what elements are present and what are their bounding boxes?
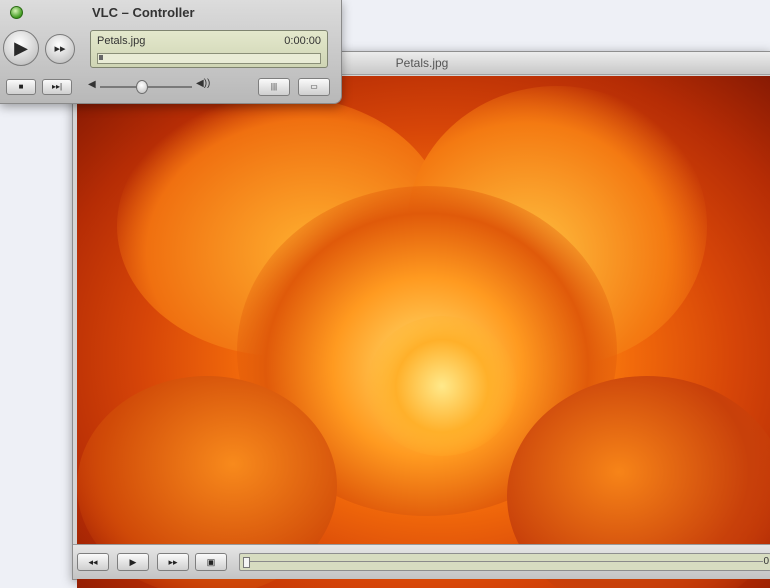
fullscreen-icon: ▭ — [310, 82, 318, 91]
seek-track — [250, 561, 763, 562]
play-button[interactable]: ▶ — [3, 30, 39, 66]
play-icon: ▶ — [14, 38, 28, 58]
play-button[interactable]: ▶ — [117, 553, 149, 571]
speaker-high-icon: ◀)) — [196, 78, 211, 89]
window-zoom-button[interactable] — [10, 6, 23, 19]
vlc-controller-window: VLC – Controller ▶ ▸▸ Petals.jpg 0:00:00… — [0, 0, 342, 104]
rewind-button[interactable]: ◂◂ — [77, 553, 109, 571]
video-surface[interactable] — [77, 76, 770, 588]
next-track-button[interactable]: ▸▸| — [42, 79, 72, 95]
fast-forward-icon: ▸▸ — [54, 43, 66, 55]
video-controls-bar: ◂◂ ▶ ▸▸ ▣ 0 — [73, 544, 770, 579]
lcd-progress-slider[interactable] — [97, 53, 321, 64]
time-readout: 0 — [763, 556, 769, 567]
controller-titlebar[interactable]: VLC – Controller — [0, 0, 341, 26]
speaker-low-icon: ◀ — [88, 79, 96, 90]
lcd-display: Petals.jpg 0:00:00 — [90, 30, 328, 68]
next-track-icon: ▸▸| — [51, 82, 63, 91]
stop-icon: ■ — [18, 82, 24, 91]
video-window: Petals.jpg ◂◂ ▶ ▸▸ ▣ 0 — [72, 51, 770, 588]
current-file-name: Petals.jpg — [97, 35, 146, 47]
controller-title: VLC – Controller — [92, 5, 195, 20]
lcd-progress-thumb[interactable] — [99, 55, 103, 60]
fullscreen-toggle-button[interactable]: ▭ — [298, 78, 330, 96]
stop-button[interactable]: ■ — [6, 79, 36, 95]
volume-thumb[interactable] — [136, 80, 149, 94]
seek-slider[interactable]: 0 — [239, 553, 770, 571]
elapsed-time: 0:00:00 — [284, 35, 321, 47]
seek-thumb[interactable] — [243, 557, 250, 568]
playlist-button[interactable]: ||| — [258, 78, 290, 96]
fast-forward-button[interactable]: ▸▸ — [45, 34, 75, 64]
playlist-icon: ||| — [270, 82, 278, 91]
fullscreen-button[interactable]: ▣ — [195, 553, 227, 571]
fast-forward-button[interactable]: ▸▸ — [157, 553, 189, 571]
rose-center — [367, 316, 517, 456]
